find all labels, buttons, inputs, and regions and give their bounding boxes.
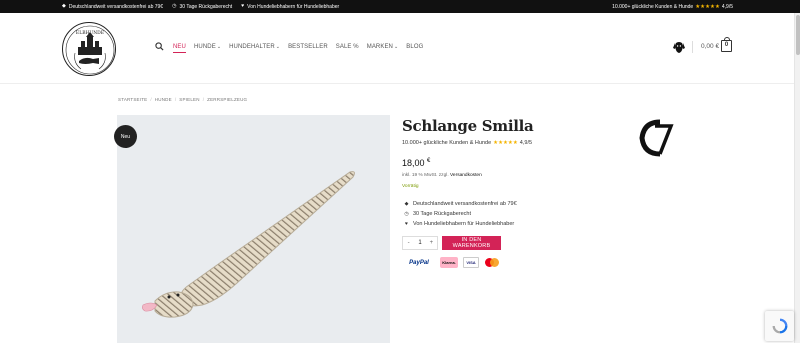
- nav-item-sale[interactable]: Sale %: [336, 44, 359, 50]
- site-header: ELBHUNDE Neu Hunde⌄ Hundehalter⌄ Bestsel…: [0, 13, 800, 84]
- snake-toy-image: [142, 171, 355, 318]
- breadcrumb-link-zerrspielzeug[interactable]: Zerrspielzeug: [207, 97, 247, 102]
- recaptcha-icon: [772, 318, 787, 334]
- product-price: 18,00 €: [402, 158, 431, 168]
- qty-input[interactable]: 1: [414, 240, 425, 246]
- product-rating: 10.000+ glückliche Kunden & Hunde ★★★★★ …: [402, 140, 533, 146]
- payment-methods: PayPal Klarna. VISA: [403, 257, 500, 268]
- heart-icon: ♥: [405, 221, 408, 227]
- stock-status: Vorrätig: [402, 184, 419, 189]
- nav-item-hunde[interactable]: Hunde⌄: [194, 44, 221, 50]
- klarna-logo: Klarna.: [440, 257, 458, 268]
- new-badge: Neu: [114, 125, 137, 148]
- chevron-down-icon: ⌄: [394, 44, 399, 50]
- chevron-down-icon: ⌄: [216, 44, 222, 50]
- nav-item-bestseller[interactable]: Bestseller: [288, 44, 328, 50]
- tag-icon: ◆: [404, 201, 409, 207]
- breadcrumb-separator: /: [174, 97, 177, 102]
- cart-count: 0: [724, 42, 729, 48]
- product-title: Schlange Smilla: [402, 117, 534, 135]
- cart-bag-icon[interactable]: 0: [721, 37, 732, 52]
- breadcrumb-separator: /: [150, 97, 152, 102]
- benefits-list: ◆ Deutschlandweit versandkostenfrei ab 7…: [404, 201, 517, 227]
- top-announcement-bar: ◆ Deutschlandweit versandkostenfrei ab 7…: [0, 0, 800, 13]
- breadcrumb-separator: /: [202, 97, 205, 102]
- heart-icon: ♥: [241, 3, 245, 9]
- product-image[interactable]: [117, 115, 390, 343]
- qty-minus-button[interactable]: -: [403, 240, 414, 246]
- visa-logo: VISA: [463, 257, 479, 268]
- star-rating-icon: ★★★★★: [695, 3, 720, 10]
- brand-logo[interactable]: [638, 118, 674, 158]
- topbar-item-love: ♥ Von Hundeliebhabern für Hundeliebhaber: [241, 3, 340, 10]
- page-scrollbar[interactable]: [794, 13, 800, 343]
- paypal-logo: PayPal: [409, 259, 429, 266]
- search-icon[interactable]: [155, 42, 165, 52]
- nav-item-marken[interactable]: Marken⌄: [367, 44, 399, 50]
- topbar-item-shipping: ◆ Deutschlandweit versandkostenfrei ab 7…: [62, 3, 164, 10]
- shipping-cost-link[interactable]: Versandkosten: [450, 173, 482, 178]
- account-dog-icon[interactable]: [672, 40, 686, 54]
- clock-icon: ◷: [172, 3, 177, 9]
- clock-icon: ◷: [404, 211, 409, 217]
- quantity-stepper: - 1 +: [402, 236, 438, 250]
- nav-item-blog[interactable]: Blog: [406, 44, 423, 50]
- breadcrumb-link-home[interactable]: Startseite: [118, 97, 147, 102]
- recaptcha-badge[interactable]: [765, 311, 794, 341]
- breadcrumb-link-spielen[interactable]: Spielen: [179, 97, 199, 102]
- nav-item-hundehalter[interactable]: Hundehalter⌄: [229, 44, 280, 50]
- add-to-cart-button[interactable]: In den Warenkorb: [442, 236, 501, 250]
- chevron-down-icon: ⌄: [275, 44, 281, 50]
- main-navigation: Neu Hunde⌄ Hundehalter⌄ Bestseller Sale …: [155, 42, 423, 53]
- breadcrumb: Startseite / Hunde / Spielen / Zerrspiel…: [118, 97, 247, 102]
- benefit-item: ◆ Deutschlandweit versandkostenfrei ab 7…: [404, 201, 517, 207]
- qty-plus-button[interactable]: +: [426, 240, 437, 246]
- topbar-item-returns: ◷ 30 Tage Rückgaberecht: [172, 3, 233, 10]
- benefit-item: ◷ 30 Tage Rückgaberecht: [404, 211, 471, 217]
- tag-icon: ◆: [62, 3, 66, 9]
- scrollbar-thumb[interactable]: [796, 15, 800, 55]
- cart-total[interactable]: 0,00 €: [701, 43, 719, 50]
- topbar-rating: 10.000+ glückliche Kunden & Hunde ★★★★★ …: [612, 3, 733, 10]
- benefit-item: ♥ Von Hundeliebhabern für Hundeliebhaber: [405, 221, 515, 227]
- logo-emblem-icon: ELBHUNDE: [65, 25, 115, 75]
- mastercard-logo: [484, 257, 500, 268]
- header-divider: [692, 41, 693, 53]
- star-rating-icon: ★★★★★: [493, 140, 518, 146]
- tax-note: inkl. 19 % MwSt. zzgl. Versandkosten: [402, 173, 482, 178]
- site-logo[interactable]: ELBHUNDE: [62, 22, 116, 76]
- nav-item-neu[interactable]: Neu: [173, 44, 186, 53]
- breadcrumb-link-hunde[interactable]: Hunde: [155, 97, 172, 102]
